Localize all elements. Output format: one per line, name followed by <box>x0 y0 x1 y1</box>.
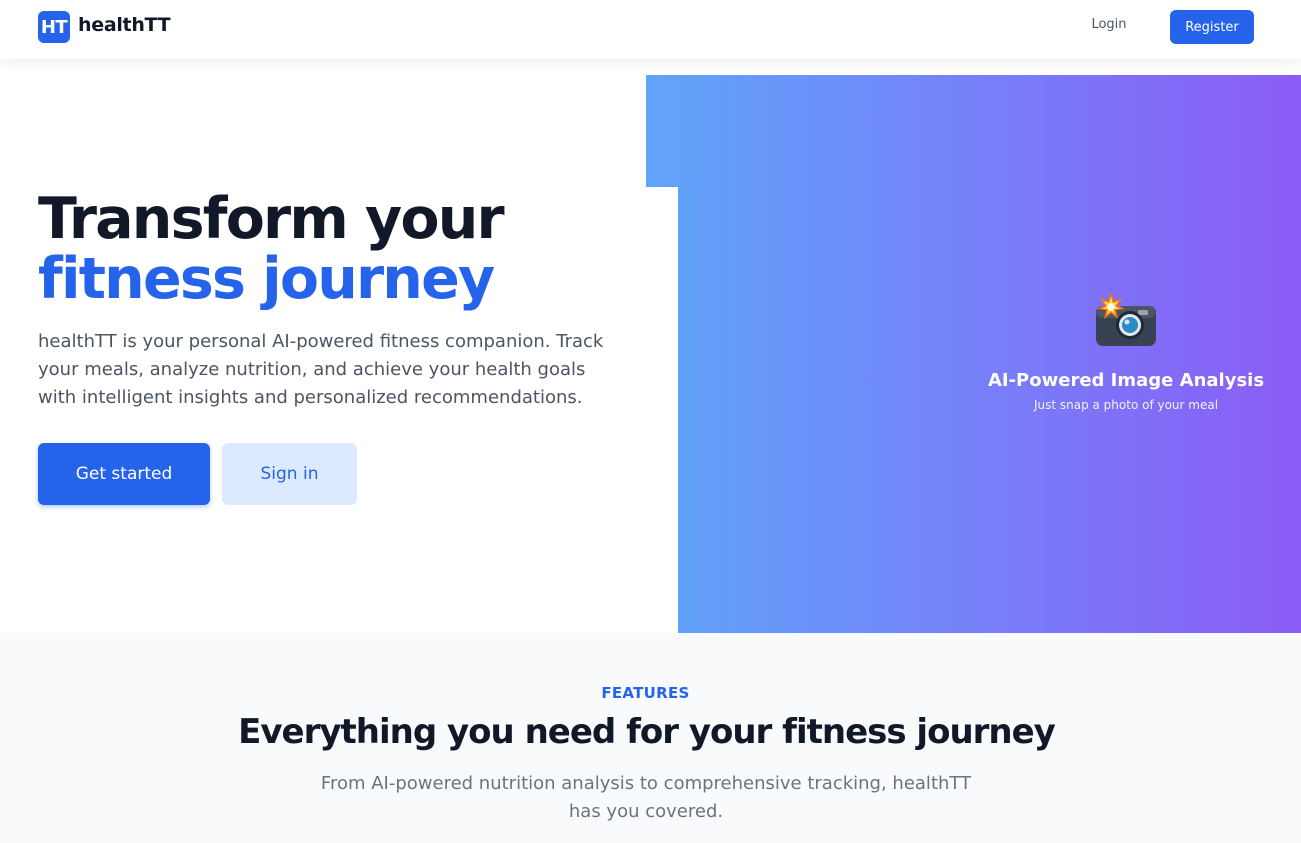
hero-title-line-1: Transform your <box>38 186 505 252</box>
visual-title: AI-Powered Image Analysis <box>987 370 1265 391</box>
register-button[interactable]: Register <box>1170 10 1254 44</box>
features-description: From AI-powered nutrition analysis to co… <box>320 773 972 822</box>
login-link[interactable]: Login <box>1080 17 1138 32</box>
top-navbar: HT healthTT Login Register <box>0 0 1301 59</box>
camera-flash-icon <box>1094 292 1158 348</box>
hero-title-line-2: fitness journey <box>38 246 495 312</box>
visual-subtitle: Just snap a photo of your meal <box>1033 398 1219 412</box>
hero-description: healthTT is your personal AI-powered fit… <box>38 331 604 408</box>
features-title: Everything you need for your fitness jou… <box>238 712 1056 752</box>
logo-badge[interactable]: HT <box>38 11 70 43</box>
sign-in-button[interactable]: Sign in <box>222 443 357 505</box>
features-eyebrow: FEATURES <box>601 684 690 702</box>
brand-name[interactable]: healthTT <box>78 14 171 36</box>
hero-visual-panel <box>646 75 1301 633</box>
hero-divider <box>646 187 678 633</box>
get-started-button[interactable]: Get started <box>38 443 210 505</box>
